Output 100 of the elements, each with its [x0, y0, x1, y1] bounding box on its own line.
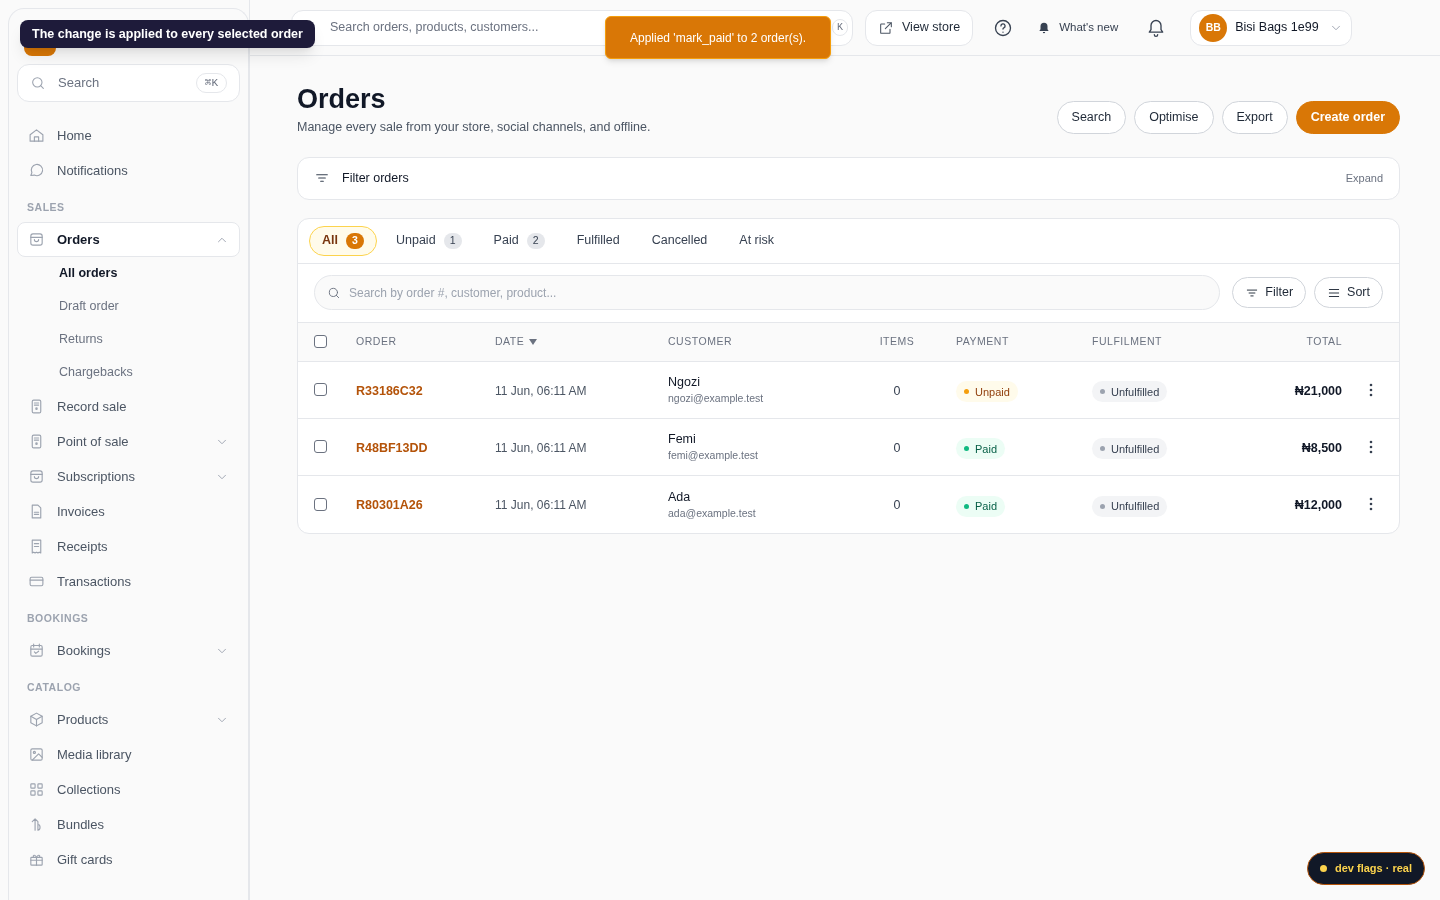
sidebar-item[interactable]: Media library: [17, 737, 240, 772]
sidebar-item[interactable]: Collections: [17, 772, 240, 807]
status-badge: Paid: [956, 438, 1006, 460]
account-menu[interactable]: BB Bisi Bags 1e99: [1190, 9, 1353, 46]
tooltip: The change is applied to every selected order: [20, 20, 315, 48]
sort-down-icon: [528, 336, 539, 347]
sidebar-item[interactable]: Orders: [17, 222, 240, 257]
column-header[interactable]: CUSTOMER: [668, 333, 733, 350]
order-link[interactable]: R33186C32: [356, 383, 423, 398]
shopping-bag-icon: [28, 231, 45, 248]
column-header[interactable]: FULFILMENT: [1092, 333, 1162, 350]
status-badge: Unfulfilled: [1092, 495, 1168, 517]
table-cell: 0: [893, 383, 901, 398]
table-cell: 0: [893, 440, 901, 455]
customer-email: femi@example.test: [668, 448, 760, 463]
grid-icon: [28, 781, 45, 798]
more-options-icon[interactable]: [1368, 439, 1373, 454]
table-row[interactable]: R48BF13DD 11 Jun, 06:11 AM Femi femi@example.test 0 Paid Unfulfilled ₦8,500: [298, 418, 1399, 476]
action-button[interactable]: Optimise: [1134, 100, 1214, 134]
customer-name: Ngozi: [668, 374, 701, 392]
total-cell: ₦12,000: [1294, 498, 1342, 513]
total-cell: ₦21,000: [1294, 383, 1342, 398]
status-badge: Unpaid: [956, 381, 1018, 403]
table-cell: 11 Jun, 06:11 AM: [495, 383, 587, 398]
search-placeholder: Search orders, products, customers...: [330, 19, 540, 37]
customer-name: Femi: [668, 431, 697, 449]
external-link-icon: [878, 19, 894, 36]
column-header[interactable]: DATE: [495, 333, 539, 350]
sidebar-item[interactable]: Invoices: [17, 494, 240, 529]
table-row[interactable]: R33186C32 11 Jun, 06:11 AM Ngozi ngozi@example.test 0 Unpaid Unfulfilled ₦21,000: [298, 361, 1399, 419]
sidebar-subitem[interactable]: Chargebacks: [17, 356, 240, 389]
table-cell: 0: [893, 498, 901, 513]
page-title: Orders: [297, 83, 387, 116]
customer-name: Ada: [668, 488, 692, 506]
filter-tab[interactable]: All 3: [309, 225, 377, 256]
row-checkbox[interactable]: [314, 440, 327, 454]
expand-link[interactable]: Expand: [1345, 170, 1383, 187]
sidebar-item[interactable]: Point of sale: [17, 424, 240, 459]
filter-tab[interactable]: Fulfilled: [563, 225, 633, 256]
search-icon: [30, 75, 46, 91]
more-options-icon[interactable]: [1368, 497, 1373, 512]
filter-tab[interactable]: Cancelled: [638, 225, 721, 256]
customer-email: ada@example.test: [668, 505, 757, 520]
sidebar-subitem[interactable]: Returns: [17, 323, 240, 356]
action-button[interactable]: Export: [1221, 100, 1288, 134]
column-header[interactable]: PAYMENT: [956, 333, 1009, 350]
table-cell: 11 Jun, 06:11 AM: [495, 440, 587, 455]
status-badge: Unfulfilled: [1092, 438, 1168, 460]
status-badge: Paid: [956, 495, 1006, 517]
section-heading: BOOKINGS: [26, 611, 90, 627]
sidebar-item[interactable]: Home: [17, 118, 240, 153]
row-checkbox[interactable]: [314, 497, 327, 511]
search-icon: [327, 285, 341, 300]
sidebar-item[interactable]: Products: [17, 702, 240, 737]
sidebar-item[interactable]: Subscriptions: [17, 459, 240, 494]
shopping-bag-icon: [28, 468, 45, 485]
chat-bubble-icon: [28, 162, 45, 179]
column-header[interactable]: ITEMS: [879, 333, 915, 350]
sidebar-item[interactable]: Gift cards: [17, 842, 240, 877]
column-header[interactable]: TOTAL: [1306, 333, 1342, 350]
order-link[interactable]: R80301A26: [356, 498, 423, 513]
sidebar-item[interactable]: Receipts: [17, 529, 240, 564]
dev-flags-badge[interactable]: dev flags · real: [1307, 852, 1426, 885]
home-icon: [28, 127, 45, 144]
calendar-icon: [28, 642, 45, 659]
help-icon: [993, 17, 1014, 38]
filter-tab[interactable]: Paid 2: [480, 225, 558, 256]
sidebar-item[interactable]: Notifications: [17, 153, 240, 188]
count-badge: 1: [443, 232, 462, 249]
sidebar-item[interactable]: Record sale: [17, 389, 240, 424]
customer-email: ngozi@example.test: [668, 391, 765, 406]
avatar: BB: [1199, 13, 1228, 42]
sidebar-item[interactable]: Bookings: [17, 633, 240, 668]
sidebar-subitem[interactable]: All orders: [17, 257, 240, 290]
select-all-checkbox[interactable]: [314, 335, 327, 349]
total-cell: ₦8,500: [1301, 440, 1342, 455]
image-icon: [28, 746, 45, 763]
column-header[interactable]: ORDER: [356, 333, 397, 350]
table-row[interactable]: R80301A26 11 Jun, 06:11 AM Ada ada@example.test 0 Paid Unfulfilled ₦12,000: [298, 475, 1399, 533]
filter-tab[interactable]: Unpaid 1: [383, 225, 475, 256]
section-heading: SALES: [26, 200, 66, 216]
whats-new-button[interactable]: What's new: [1037, 18, 1119, 37]
more-options-icon[interactable]: [1368, 382, 1373, 397]
filter-tab[interactable]: At risk: [726, 225, 788, 256]
filter-orders-button[interactable]: Filter orders: [314, 168, 409, 188]
order-link[interactable]: R48BF13DD: [356, 440, 428, 455]
sidebar-item[interactable]: Bundles: [17, 807, 240, 842]
count-badge: 3: [346, 232, 364, 249]
sidebar-item[interactable]: Transactions: [17, 564, 240, 599]
view-store-button[interactable]: View store: [865, 9, 974, 46]
action-button[interactable]: Search: [1056, 100, 1127, 134]
page-subtitle: Manage every sale from your store, social channels, and offline.: [297, 119, 651, 136]
sidebar-subitem[interactable]: Draft order: [17, 290, 240, 323]
row-checkbox[interactable]: [314, 383, 327, 397]
cube-icon: [28, 711, 45, 728]
search-placeholder: Search by order #, customer, product...: [349, 284, 557, 302]
table-cell: 11 Jun, 06:11 AM: [495, 498, 587, 513]
status-badge: Unfulfilled: [1092, 381, 1168, 403]
search-placeholder: Search: [58, 74, 101, 93]
search-field[interactable]: Search ⌘K: [17, 64, 240, 102]
